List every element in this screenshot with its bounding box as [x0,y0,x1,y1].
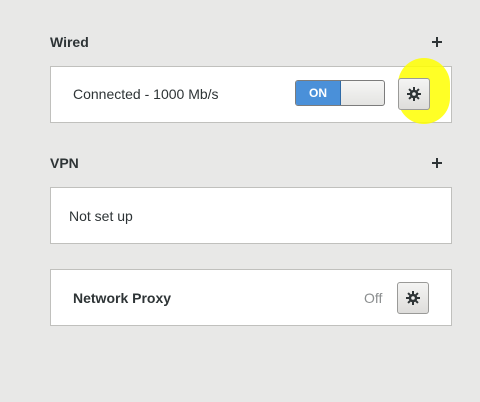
wired-toggle[interactable]: ON [295,80,385,106]
wired-header: Wired [50,34,89,50]
gear-icon [406,291,420,305]
add-wired-icon[interactable] [429,34,445,50]
add-vpn-icon[interactable] [429,155,445,171]
proxy-panel[interactable]: Network Proxy Off [50,269,452,326]
wired-panel: Connected - 1000 Mb/s ON [50,66,452,123]
wired-toggle-on-label: ON [296,81,341,105]
vpn-status: Not set up [69,208,133,224]
gear-icon [407,87,421,101]
proxy-label: Network Proxy [73,290,172,306]
vpn-panel: Not set up [50,187,452,244]
proxy-state: Off [364,290,383,306]
wired-settings-button[interactable] [398,78,430,110]
wired-status: Connected - 1000 Mb/s [73,86,219,102]
vpn-header: VPN [50,155,79,171]
proxy-settings-button[interactable] [397,282,429,314]
